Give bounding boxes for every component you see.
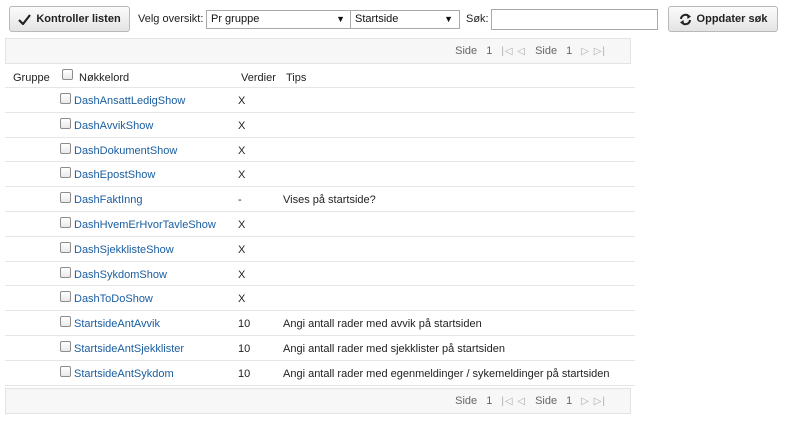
row-value: X: [238, 169, 246, 182]
check-list-button[interactable]: Kontroller listen: [9, 6, 130, 32]
checkmark-icon: [18, 13, 32, 25]
table-row: DashSykdomShow X: [5, 262, 635, 287]
pager-side-label: Side: [535, 45, 558, 57]
table-row: StartsideAntSjekklister 10 Angi antall rad…: [5, 336, 635, 361]
view-select[interactable]: Pr gruppe ▼: [206, 10, 352, 29]
table-row: DashToDoShow X: [5, 286, 635, 312]
row-checkbox[interactable]: [60, 316, 71, 328]
row-value: X: [238, 95, 246, 107]
keyword-link[interactable]: StartsideAntAvvik: [74, 318, 160, 330]
row-checkbox[interactable]: [60, 93, 71, 104]
row-value: X: [238, 293, 246, 306]
keyword-link[interactable]: DashSykdomShow: [74, 269, 167, 281]
pager-side-label: Side: [455, 395, 478, 407]
pager-side-label: Side: [455, 45, 478, 57]
keyword-link[interactable]: DashSjekklisteShow: [74, 244, 174, 256]
pager-current-page: 1: [486, 395, 493, 407]
refresh-search-button[interactable]: Oppdater søk: [668, 6, 778, 32]
row-value: X: [238, 119, 246, 132]
row-value: X: [238, 144, 246, 157]
table-row: StartsideAntAvvik 10 Angi antall rader med…: [5, 311, 635, 336]
search-input[interactable]: [491, 9, 658, 30]
row-tip: Angi antall rader med avvik på startside…: [283, 318, 482, 331]
keyword-link[interactable]: DashFaktInng: [74, 194, 142, 206]
table-row: DashEpostShow X: [5, 162, 635, 188]
check-list-button-label: Kontroller listen: [36, 13, 121, 25]
row-checkbox[interactable]: [60, 192, 71, 204]
row-value: 10: [238, 342, 251, 355]
table-row: DashAnsattLedigShow X: [5, 88, 635, 113]
keyword-link[interactable]: DashHvemErHvorTavleShow: [74, 219, 216, 231]
keyword-link[interactable]: DashToDoShow: [74, 293, 153, 305]
pager-first-prev-icon[interactable]: |◁ ◁: [501, 396, 526, 407]
refresh-search-button-label: Oppdater søk: [696, 13, 768, 25]
row-tip: Angi antall rader med egenmeldinger / sy…: [283, 367, 610, 380]
table-row: DashHvemErHvorTavleShow X: [5, 212, 635, 237]
row-tip: Vises på startside?: [283, 194, 376, 207]
pager-total-pages: 1: [566, 395, 573, 407]
keyword-link[interactable]: StartsideAntSykdom: [74, 368, 174, 380]
dropdown-arrow-icon: ▼: [444, 14, 453, 24]
row-value: 10: [238, 318, 251, 331]
row-value: X: [238, 268, 246, 281]
row-checkbox[interactable]: [60, 216, 71, 228]
keyword-link[interactable]: DashAvvikShow: [74, 120, 153, 132]
row-value: -: [238, 194, 242, 207]
toolbar: Kontroller listen Velg oversikt: Pr grup…: [9, 6, 792, 32]
keyword-table: Gruppe Nøkkelord Verdier Tips DashAnsatt…: [5, 66, 635, 386]
header-keyword[interactable]: Nøkkelord: [79, 72, 129, 84]
table-header: Gruppe Nøkkelord Verdier Tips: [5, 66, 635, 88]
row-value: X: [238, 243, 246, 256]
row-checkbox[interactable]: [60, 340, 71, 352]
table-body: DashAnsattLedigShow X DashAvvikShow X DashDo…: [5, 88, 635, 386]
pager-current-page: 1: [486, 45, 493, 57]
pager-bottom: Side 1 |◁ ◁ Side 1 ▷ ▷|: [5, 388, 631, 414]
refresh-icon: [679, 13, 691, 25]
view-select-value: Pr gruppe: [211, 13, 260, 25]
view-label: Velg oversikt:: [138, 13, 204, 25]
row-value: X: [238, 218, 246, 231]
pager-next-last-icon[interactable]: ▷ ▷|: [581, 396, 606, 407]
table-row: DashDokumentShow X: [5, 138, 635, 163]
pager-top: Side 1 |◁ ◁ Side 1 ▷ ▷|: [5, 38, 631, 64]
pager-total-pages: 1: [566, 45, 573, 57]
header-group[interactable]: Gruppe: [13, 72, 50, 84]
row-checkbox[interactable]: [60, 142, 71, 154]
keyword-link[interactable]: DashDokumentShow: [74, 145, 177, 157]
keyword-link[interactable]: DashEpostShow: [74, 169, 155, 181]
page-select-value: Startside: [355, 13, 399, 25]
header-values[interactable]: Verdier: [241, 72, 276, 84]
row-checkbox[interactable]: [60, 365, 71, 377]
row-checkbox[interactable]: [60, 291, 71, 303]
row-checkbox[interactable]: [60, 266, 71, 278]
table-row: DashSjekklisteShow X: [5, 237, 635, 262]
page-select[interactable]: Startside ▼: [350, 10, 460, 29]
row-value: 10: [238, 367, 251, 380]
row-checkbox[interactable]: [60, 241, 71, 253]
pager-next-last-icon[interactable]: ▷ ▷|: [581, 46, 606, 57]
select-all-checkbox[interactable]: [62, 69, 73, 80]
header-tips[interactable]: Tips: [286, 72, 306, 84]
pager-first-prev-icon[interactable]: |◁ ◁: [501, 46, 526, 57]
row-tip: Angi antall rader med sjekklister på sta…: [283, 342, 505, 355]
search-label: Søk:: [466, 13, 489, 25]
pager-side-label: Side: [535, 395, 558, 407]
row-checkbox[interactable]: [60, 117, 71, 129]
row-checkbox[interactable]: [60, 167, 71, 179]
keyword-link[interactable]: StartsideAntSjekklister: [74, 343, 184, 355]
dropdown-arrow-icon: ▼: [336, 14, 345, 24]
keyword-link[interactable]: DashAnsattLedigShow: [74, 95, 185, 107]
table-row: DashFaktInng - Vises på startside?: [5, 187, 635, 212]
table-row: StartsideAntSykdom 10 Angi antall rader me…: [5, 361, 635, 386]
table-row: DashAvvikShow X: [5, 113, 635, 138]
